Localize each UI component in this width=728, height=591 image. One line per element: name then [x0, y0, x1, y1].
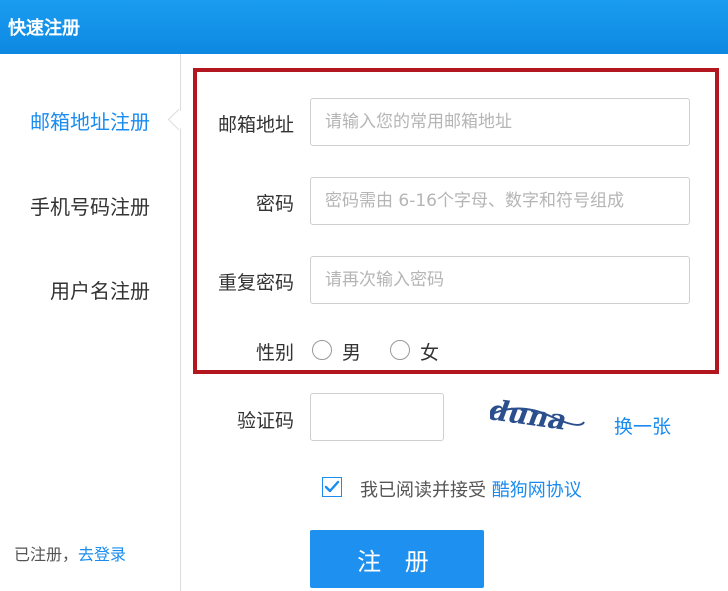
password-input[interactable] — [310, 177, 690, 225]
register-button[interactable]: 注 册 — [310, 530, 484, 588]
agreement-checkbox[interactable] — [322, 477, 342, 497]
captcha-label: 验证码 — [236, 410, 294, 432]
sidebar-item-email[interactable]: 邮箱地址注册 — [30, 106, 150, 135]
confirm-password-label: 重复密码 — [217, 272, 294, 294]
password-label: 密码 — [255, 193, 294, 215]
checkmark-icon — [324, 480, 340, 493]
agreement-link[interactable]: 酷狗网协议 — [492, 480, 582, 501]
email-label: 邮箱地址 — [217, 114, 294, 136]
window-title: 快速注册 — [8, 18, 80, 39]
title-bar: 快速注册 — [0, 0, 728, 54]
agreement-prefix: 我已阅读并接受 — [360, 480, 486, 501]
sidebar-item-phone[interactable]: 手机号码注册 — [30, 191, 150, 220]
captcha-input[interactable] — [310, 393, 444, 441]
confirm-password-input[interactable] — [310, 256, 690, 304]
sidebar-item-username[interactable]: 用户名注册 — [50, 275, 150, 304]
gender-label: 性别 — [255, 342, 294, 364]
login-prompt: 已注册，去登录 — [14, 541, 126, 565]
gender-female-radio[interactable] — [390, 340, 410, 360]
captcha-text: duna — [490, 393, 573, 436]
agreement-text: 我已阅读并接受 酷狗网协议 — [360, 476, 582, 502]
login-prefix: 已注册， — [14, 545, 79, 564]
sidebar: 邮箱地址注册 手机号码注册 用户名注册 — [0, 54, 181, 591]
gender-female-label: 女 — [420, 342, 440, 364]
watermark — [580, 550, 720, 586]
login-link[interactable]: 去登录 — [78, 545, 126, 564]
gender-male-label: 男 — [342, 342, 362, 364]
gender-male-radio[interactable] — [312, 340, 332, 360]
email-input[interactable] — [310, 98, 690, 146]
captcha-refresh-link[interactable]: 换一张 — [614, 412, 671, 439]
captcha-image: duna — [490, 393, 585, 436]
